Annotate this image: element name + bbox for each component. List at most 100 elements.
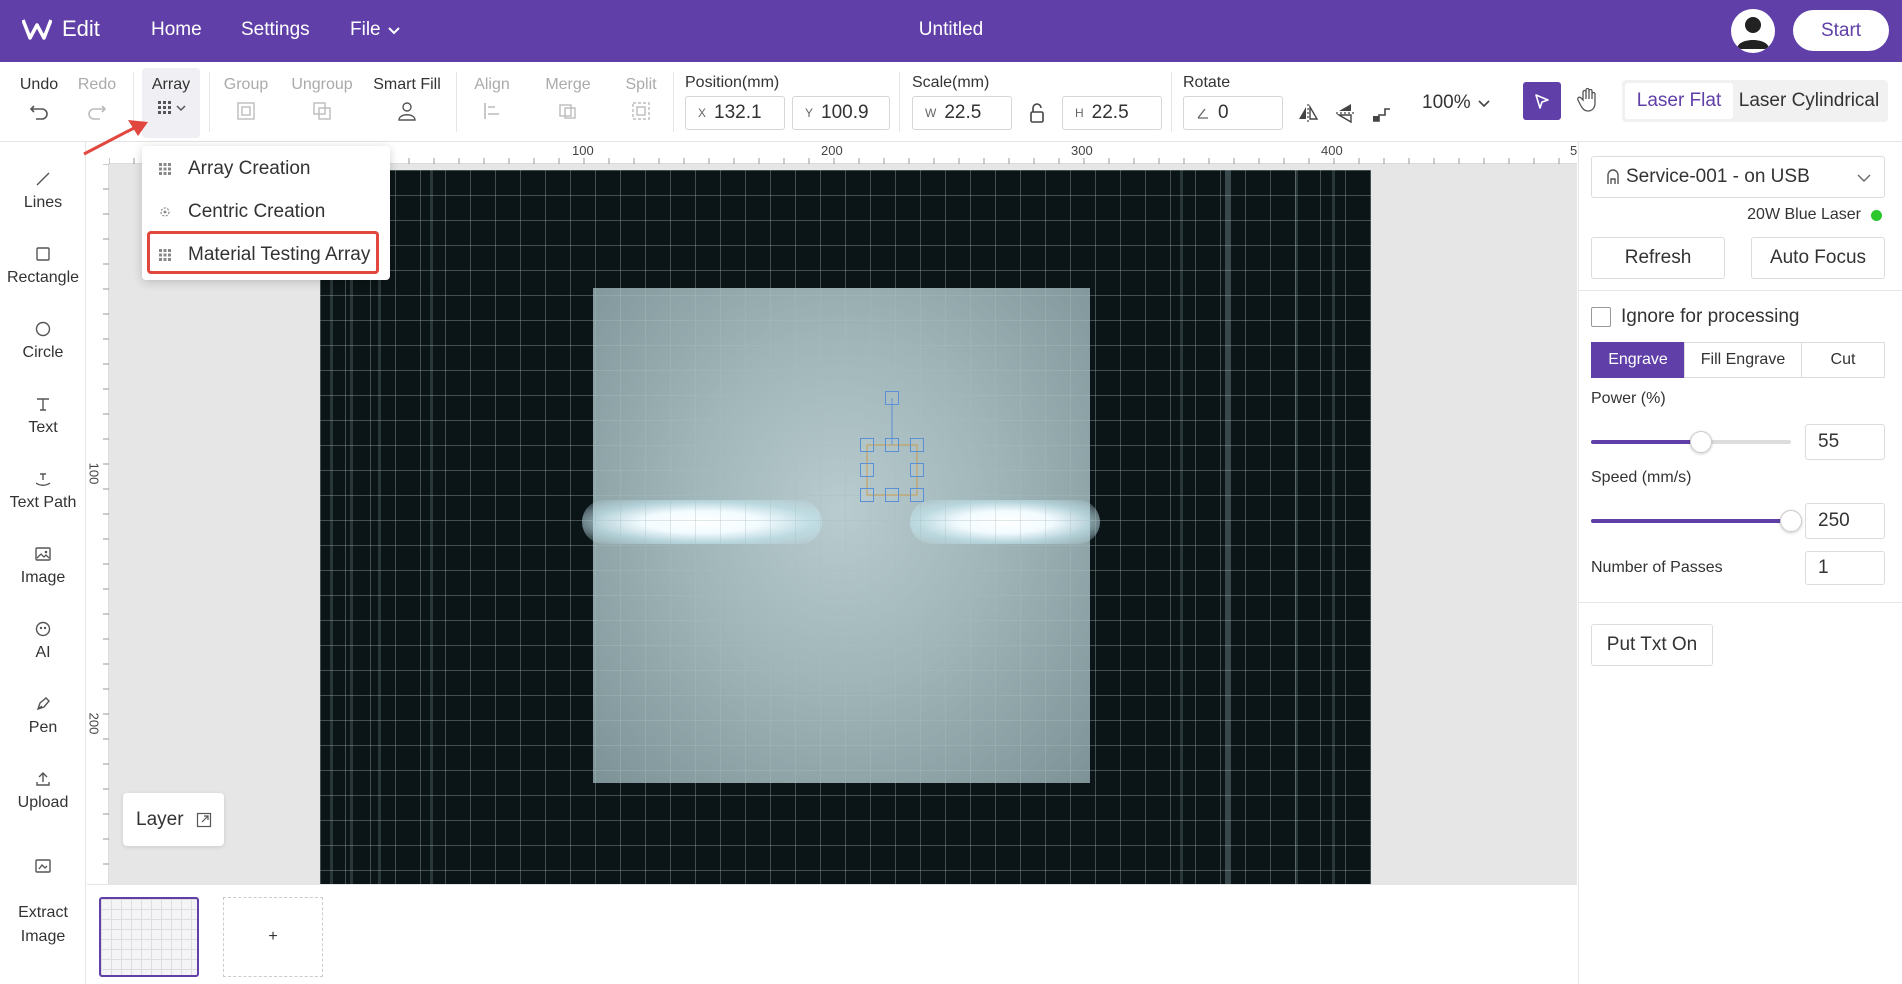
zoom-select[interactable]: 100% [1422, 92, 1491, 114]
redo-button[interactable]: Redo [76, 76, 118, 122]
page-strip: + [87, 884, 1577, 984]
upload-icon [36, 772, 50, 786]
laser-flat-tab[interactable]: Laser Flat [1625, 83, 1733, 119]
menu-item-array-creation[interactable]: Array Creation [142, 149, 390, 189]
speed-slider-knob[interactable] [1780, 510, 1802, 532]
power-slider-knob[interactable] [1690, 431, 1712, 453]
cursor-arrow-icon [1535, 94, 1549, 109]
nav-settings[interactable]: Settings [241, 19, 310, 41]
power-slider[interactable] [1591, 431, 1791, 453]
nav-home[interactable]: Home [151, 19, 202, 41]
resize-handle[interactable] [910, 438, 924, 452]
passes-input[interactable]: 1 [1805, 551, 1885, 585]
avatar[interactable] [1731, 9, 1775, 53]
ruler-label: 300 [1071, 143, 1093, 158]
tab-fill-engrave[interactable]: Fill Engrave [1684, 342, 1802, 378]
text-path-tool[interactable]: Text Path [0, 470, 86, 512]
extract-image-tool[interactable]: Extract Image [0, 833, 86, 949]
nav-file[interactable]: File [350, 19, 401, 41]
array-label: Array [151, 76, 191, 93]
add-page-button[interactable]: + [223, 897, 323, 977]
rectangle-tool[interactable]: Rectangle [0, 245, 86, 287]
power-input[interactable]: 55 [1805, 424, 1885, 460]
align-button[interactable]: Align [468, 76, 516, 122]
toolbar-divider [456, 72, 457, 132]
lock-icon[interactable] [1024, 100, 1050, 126]
device-select[interactable]: Service-001 - on USB [1591, 156, 1885, 198]
put-txt-on-button[interactable]: Put Txt On [1591, 624, 1713, 666]
text-tool[interactable]: Text [0, 395, 86, 437]
flip-vertical-icon[interactable] [1332, 100, 1358, 126]
selected-object[interactable] [860, 391, 924, 502]
ungroup-button[interactable]: Ungroup [288, 76, 356, 122]
ai-tool[interactable]: AI [0, 620, 86, 662]
split-button[interactable]: Split [620, 76, 662, 122]
pen-label: Pen [28, 719, 58, 736]
ignore-checkbox[interactable] [1591, 307, 1611, 327]
passes-label: Number of Passes [1591, 559, 1723, 576]
resize-handle[interactable] [910, 488, 924, 502]
menu-item-centric-creation[interactable]: Centric Creation [142, 192, 390, 232]
resize-handle[interactable] [860, 488, 874, 502]
auto-focus-button[interactable]: Auto Focus [1751, 237, 1885, 279]
speed-slider[interactable] [1591, 510, 1802, 532]
text-path-icon [35, 473, 51, 486]
group-button[interactable]: Group [220, 76, 272, 122]
tab-engrave[interactable]: Engrave [1591, 342, 1685, 378]
tab-cut[interactable]: Cut [1801, 342, 1885, 378]
smart-fill-button[interactable]: Smart Fill [372, 76, 442, 122]
position-y-value: 100.9 [821, 102, 869, 123]
laser-type: 20W Blue Laser [1747, 206, 1882, 224]
centric-icon [160, 207, 170, 217]
resize-handle[interactable] [885, 488, 899, 502]
laser-workspace-camera[interactable] [320, 170, 1371, 884]
speed-input[interactable]: 250 [1805, 503, 1885, 539]
start-button[interactable]: Start [1793, 10, 1889, 51]
layer-panel-button[interactable]: Layer [123, 793, 224, 846]
scale-h-input[interactable]: H 22.5 [1062, 96, 1162, 130]
flip-horizontal-icon[interactable] [1295, 100, 1321, 126]
upload-label: Upload [17, 794, 69, 811]
hand-pan-icon[interactable] [1574, 86, 1602, 114]
logo-w-icon [22, 19, 52, 40]
annotation-highlight-box [147, 231, 379, 274]
text-label: Text [28, 419, 58, 436]
position-y-input[interactable]: Y 100.9 [792, 96, 890, 130]
undo-button[interactable]: Undo [18, 76, 60, 122]
position-x-input[interactable]: X 132.1 [685, 96, 785, 130]
split-icon [632, 102, 650, 120]
image-tool[interactable]: Image [0, 545, 86, 587]
laser-cylindrical-tab[interactable]: Laser Cylindrical [1733, 83, 1885, 119]
lines-tool[interactable]: Lines [0, 170, 86, 212]
array-button-content[interactable]: Array [142, 76, 200, 116]
scale-w-input[interactable]: W 22.5 [912, 96, 1012, 130]
refresh-button[interactable]: Refresh [1591, 237, 1725, 279]
left-toolbar: Lines Rectangle Circle Text Text Path Im… [0, 142, 86, 984]
pen-tool[interactable]: Pen [0, 695, 86, 737]
arrange-icon[interactable] [1369, 100, 1395, 126]
merge-button[interactable]: Merge [542, 76, 594, 122]
rotate-handle[interactable] [885, 391, 899, 405]
ruler-label: 400 [1321, 143, 1343, 158]
status-online-icon [1871, 209, 1882, 221]
chevron-down-icon [1857, 174, 1871, 182]
ignore-label: Ignore for processing [1621, 306, 1800, 327]
ruler-label: 200 [87, 712, 102, 735]
ignore-processing-row[interactable]: Ignore for processing [1591, 306, 1800, 328]
upload-tool[interactable]: Upload [0, 770, 86, 812]
app-logo[interactable]: Edit [22, 16, 100, 42]
resize-handle[interactable] [860, 463, 874, 477]
circle-tool[interactable]: Circle [0, 320, 86, 362]
resize-handle[interactable] [910, 463, 924, 477]
resize-handle[interactable] [885, 438, 899, 452]
ruler-ticks-left [103, 163, 109, 865]
select-tool-button[interactable] [1523, 82, 1561, 120]
array-grid-icon [157, 101, 171, 114]
toolbar-divider [1171, 72, 1172, 132]
rotate-input[interactable]: 0 [1183, 96, 1283, 130]
page-thumbnail[interactable] [99, 897, 199, 977]
resize-handle[interactable] [860, 438, 874, 452]
right-settings-panel: Service-001 - on USB 20W Blue Laser Refr… [1578, 142, 1902, 984]
angle-icon [1197, 108, 1208, 119]
align-icon [484, 103, 499, 119]
